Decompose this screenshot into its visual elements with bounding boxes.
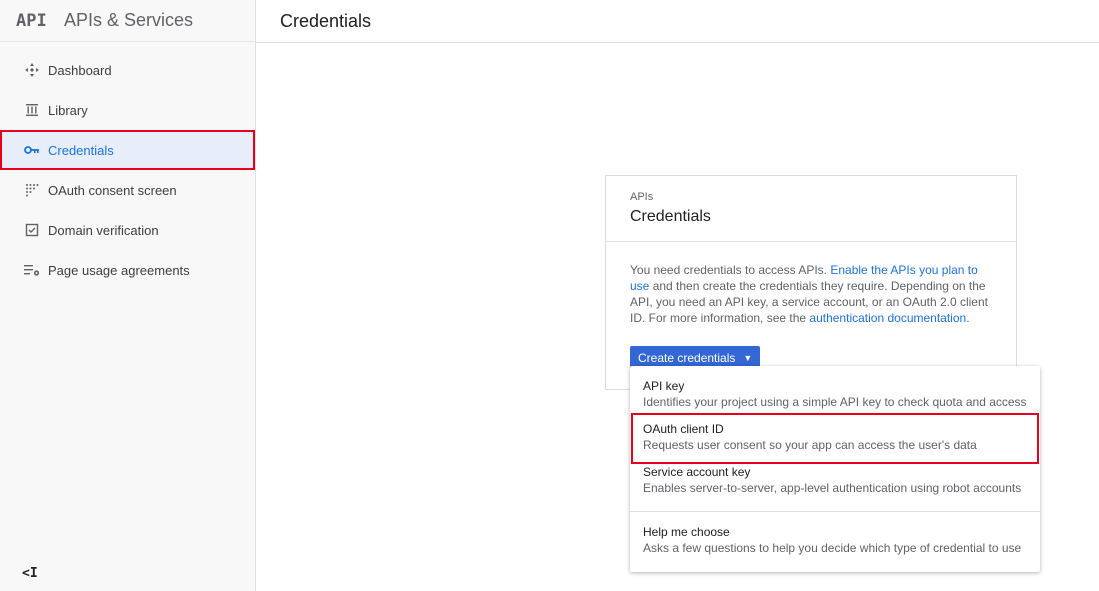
menu-item-description: Enables server-to-server, app-level auth… [643,481,1022,495]
menu-item-service-account-key[interactable]: Service account key Enables server-to-se… [630,465,1040,495]
card-title: Credentials [630,208,711,225]
sidebar-item-oauth-consent[interactable]: OAuth consent screen [0,170,255,210]
collapse-sidebar-button[interactable]: <I [22,566,38,581]
button-label: Create credentials [638,351,736,365]
card-overline: APIs [630,191,654,203]
menu-item-title: API key [643,379,685,393]
api-logo: API [16,10,47,31]
description-text: You need credentials to access APIs. [630,263,831,277]
dropdown-caret-icon: ▼ [743,353,753,363]
page-header: Credentials [256,0,1099,43]
sidebar-item-page-usage[interactable]: Page usage agreements [0,250,255,290]
sidebar-item-label: Credentials [48,142,114,158]
menu-item-help-me-choose[interactable]: Help me choose Asks a few questions to h… [630,525,1040,555]
credentials-card: APIs Credentials You need credentials to… [605,175,1017,390]
menu-item-title: Help me choose [643,525,730,539]
sidebar-item-label: Library [48,102,88,118]
sidebar-item-label: Domain verification [48,222,159,238]
card-header: APIs Credentials [606,176,1016,242]
menu-item-oauth-client-id[interactable]: OAuth client ID Requests user consent so… [630,422,1040,452]
page-title: Credentials [280,10,372,31]
description-text: . [966,311,970,325]
sidebar-item-label: Dashboard [48,62,112,78]
sidebar-item-credentials[interactable]: Credentials [0,130,255,170]
sidebar-item-library[interactable]: Library [0,90,255,130]
card-description: You need credentials to access APIs. Ena… [630,262,992,326]
brand: API APIs & Services [0,0,255,42]
sidebar-nav: Dashboard Library Credentials OAuth cons… [0,50,255,290]
menu-item-description: Requests user consent so your app can ac… [643,438,977,452]
menu-divider [630,511,1040,512]
sidebar-item-label: OAuth consent screen [48,182,177,198]
create-credentials-menu: API key Identifies your project using a … [630,366,1040,572]
sidebar-item-domain-verification[interactable]: Domain verification [0,210,255,250]
product-name: APIs & Services [64,10,194,30]
sidebar-item-dashboard[interactable]: Dashboard [0,50,255,90]
card-body: You need credentials to access APIs. Ena… [606,242,1016,370]
sidebar-item-label: Page usage agreements [48,262,190,278]
auth-docs-link[interactable]: authentication documentation [809,311,966,325]
menu-item-title: Service account key [643,465,751,479]
menu-item-title: OAuth client ID [643,422,724,436]
menu-item-description: Identifies your project using a simple A… [643,395,1027,409]
menu-item-api-key[interactable]: API key Identifies your project using a … [630,379,1040,409]
menu-item-description: Asks a few questions to help you decide … [643,541,1022,555]
sidebar: API APIs & Services Dashboard Library Cr… [0,0,256,591]
